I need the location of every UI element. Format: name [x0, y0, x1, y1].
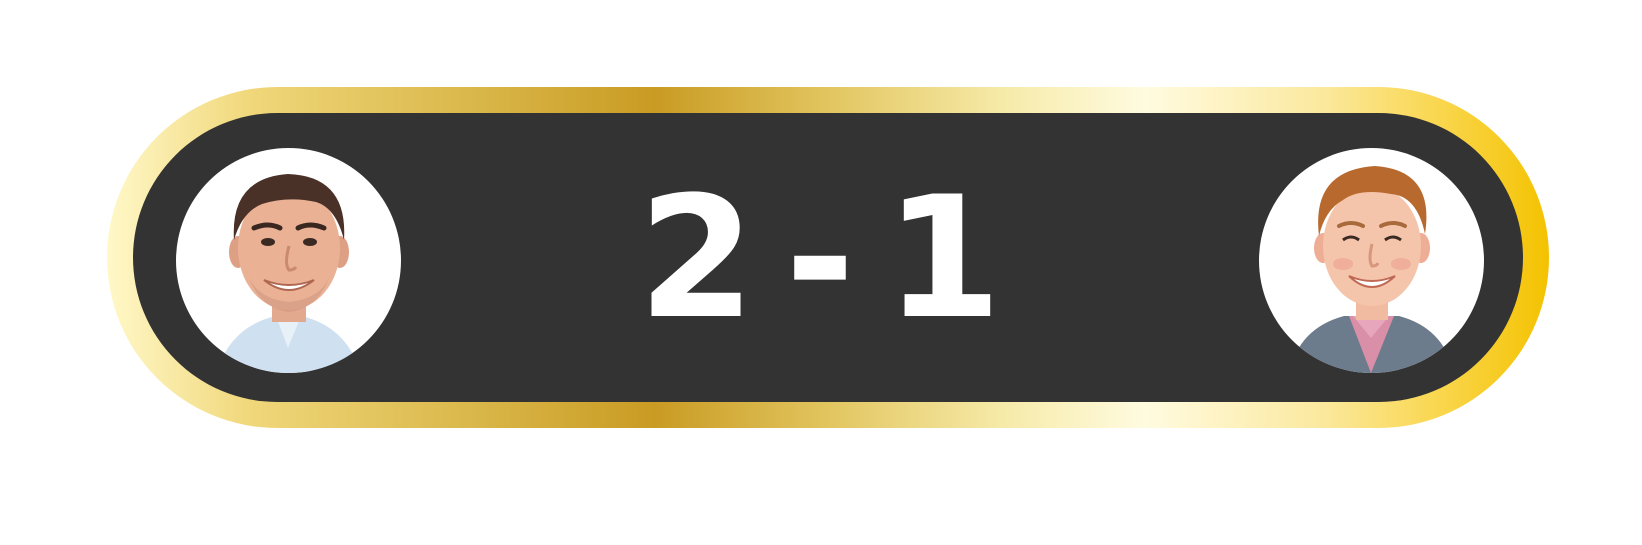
right-score: 1: [884, 160, 1004, 356]
left-score: 2: [638, 160, 758, 356]
score-separator: -: [785, 160, 857, 356]
scoreboard: 2-1: [0, 0, 1642, 545]
player-avatar-right: [1259, 148, 1484, 373]
player-photo-right: [1289, 166, 1454, 373]
